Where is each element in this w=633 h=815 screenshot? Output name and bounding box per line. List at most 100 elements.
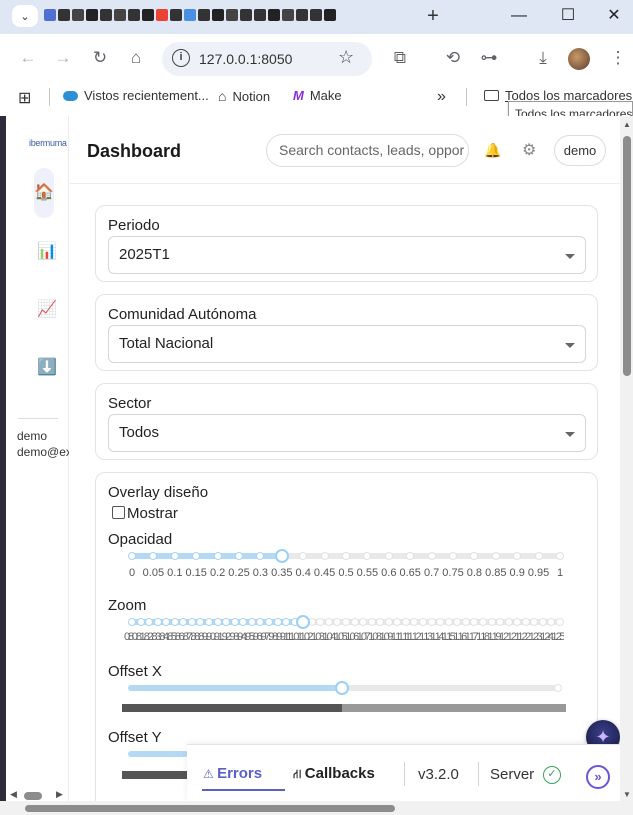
tab-favicon[interactable]	[198, 9, 210, 21]
tab-favicon[interactable]	[282, 9, 294, 21]
line-chart-icon: 📈	[37, 301, 57, 318]
scroll-right-arrow-icon[interactable]: ▶	[56, 789, 63, 800]
opacity-mark-label: 0.75	[442, 567, 464, 579]
search-input[interactable]: Search contacts, leads, oppor	[266, 134, 469, 167]
debug-callbacks-tab[interactable]: ⛙ Callbacks	[293, 765, 375, 783]
sidebar: ibermuma 🏠 📊 📈 ⬇️ demo demo@ex	[6, 116, 69, 801]
tab-favicon[interactable]	[114, 9, 126, 21]
history-icon[interactable]: ⟲	[441, 46, 465, 70]
new-tab-button[interactable]: +	[424, 5, 442, 27]
offset-x-track-left	[122, 704, 342, 712]
user-menu-button[interactable]: demo	[554, 135, 606, 166]
sidebar-item-line-chart[interactable]: 📈	[33, 296, 61, 324]
sidebar-horizontal-scrollbar[interactable]: ◀ ▶	[6, 789, 69, 800]
opacity-label: Opacidad	[108, 531, 173, 548]
server-ok-icon: ✓	[543, 766, 561, 784]
periodo-select[interactable]: 2025T1	[108, 236, 586, 274]
periodo-card: Periodo 2025T1	[95, 205, 598, 282]
address-bar-url[interactable]: 127.0.0.1:8050	[199, 51, 292, 67]
zoom-mark-dot	[273, 618, 282, 626]
tab-favicon[interactable]	[170, 9, 182, 21]
sidebar-item-home[interactable]: 🏠	[34, 168, 54, 218]
tab-search-button[interactable]: ⌄	[12, 5, 38, 27]
sector-card: Sector Todos	[95, 383, 598, 460]
sidebar-item-bar-chart[interactable]: 📊	[33, 238, 61, 266]
bookmark-make[interactable]: M Make	[293, 88, 342, 103]
sidebar-user-email: demo@ex	[17, 445, 69, 459]
zoom-handle[interactable]	[296, 615, 311, 629]
tab-favicon[interactable]	[142, 9, 154, 21]
extensions-icon[interactable]: ⧉	[388, 46, 412, 70]
opacity-mark-label: 0.05	[142, 567, 165, 579]
salesforce-cloud-icon	[63, 90, 78, 101]
debug-collapse-button[interactable]: »	[586, 765, 610, 789]
tab-favicon[interactable]	[100, 9, 112, 21]
offset-x-slider[interactable]	[122, 681, 566, 721]
debug-errors-tab[interactable]: ⚠ Errors	[203, 765, 262, 782]
opacity-slider[interactable]: 0 0.05 0.1 0.15 0.2 0.25 0.3 0.35 0.4 0.45 0.5 0.55…	[128, 549, 564, 589]
zoom-mark-dot	[444, 618, 453, 626]
caret-down-icon	[565, 343, 575, 348]
tab-favicon[interactable]	[268, 9, 280, 21]
scroll-down-arrow-icon[interactable]: ▼	[623, 790, 631, 799]
tab-favicon[interactable]	[310, 9, 322, 21]
bell-icon[interactable]: 🔔	[484, 142, 501, 159]
bookmark-star-icon[interactable]: ☆	[338, 47, 354, 68]
comunidad-select[interactable]: Total Nacional	[108, 325, 586, 363]
tab-favicon[interactable]	[296, 9, 308, 21]
bookmarks-overflow-button[interactable]: »	[437, 88, 446, 106]
horizontal-scrollbar-thumb[interactable]	[25, 805, 395, 812]
sector-label: Sector	[108, 395, 152, 412]
profile-avatar[interactable]	[568, 48, 590, 70]
apps-grid-icon[interactable]: ⊞	[18, 88, 31, 108]
sector-select[interactable]: Todos	[108, 414, 586, 452]
forward-icon[interactable]: →	[51, 46, 75, 70]
home-icon: ⌂	[218, 88, 227, 104]
site-info-icon[interactable]: i	[172, 49, 190, 67]
show-overlay-checkbox[interactable]	[112, 506, 125, 519]
zoom-slider[interactable]: 0.80.81.82.83.84.85.86.87.88.89.90.91.92…	[124, 615, 564, 655]
tab-favicon[interactable]	[86, 9, 98, 21]
tab-favicon[interactable]	[254, 9, 266, 21]
offset-x-fill	[128, 685, 342, 691]
bookmark-vistos-recientemente[interactable]: Vistos recientement...	[63, 88, 209, 103]
opacity-mark-label: 0.65	[399, 567, 421, 579]
opacity-mark-dot	[384, 552, 393, 560]
opacity-handle[interactable]	[274, 549, 289, 563]
offset-x-label: Offset X	[108, 663, 162, 680]
download-icon[interactable]: ⤓	[531, 46, 555, 70]
zoom-label: Zoom	[108, 597, 147, 614]
tab-favicon[interactable]	[324, 9, 336, 21]
scroll-up-arrow-icon[interactable]: ▲	[623, 120, 631, 129]
tab-favicon[interactable]	[226, 9, 238, 21]
tab-favicon[interactable]	[212, 9, 224, 21]
vertical-scrollbar-thumb[interactable]	[623, 136, 631, 376]
tab-favicon[interactable]	[58, 9, 70, 21]
tab-favicon[interactable]	[128, 9, 140, 21]
opacity-mark-label: 0.5	[338, 567, 354, 579]
tab-favicon[interactable]	[156, 9, 168, 21]
tab-favicon[interactable]	[44, 9, 56, 21]
sidebar-scrollbar-thumb[interactable]	[24, 792, 42, 800]
close-window-button[interactable]: ✕	[604, 5, 624, 27]
minimize-button[interactable]: —	[509, 5, 529, 27]
maximize-button[interactable]: ☐	[558, 5, 578, 27]
scroll-left-arrow-icon[interactable]: ◀	[10, 789, 17, 800]
tab-favicon[interactable]	[184, 9, 196, 21]
bookmark-notion[interactable]: ⌂ Notion	[218, 88, 270, 104]
horizontal-scrollbar[interactable]	[0, 801, 633, 815]
sidebar-item-download[interactable]: ⬇️	[33, 354, 61, 382]
link-icon[interactable]: ⊶	[477, 46, 501, 70]
tab-favicon[interactable]	[72, 9, 84, 21]
back-icon[interactable]: ←	[16, 46, 40, 70]
browser-tab-strip: ⌄ + — ☐ ✕	[0, 0, 633, 34]
opacity-mark-label: 0.3	[252, 567, 269, 579]
reload-icon[interactable]: ↻	[88, 46, 112, 70]
zoom-mark-dot	[350, 618, 359, 626]
browser-menu-icon[interactable]: ⋮	[606, 46, 630, 70]
home-icon[interactable]: ⌂	[124, 46, 148, 70]
offset-x-handle[interactable]	[335, 681, 349, 695]
address-bar[interactable]: i 127.0.0.1:8050 ☆	[162, 42, 372, 76]
gear-icon[interactable]: ⚙	[522, 140, 536, 160]
tab-favicon[interactable]	[240, 9, 252, 21]
